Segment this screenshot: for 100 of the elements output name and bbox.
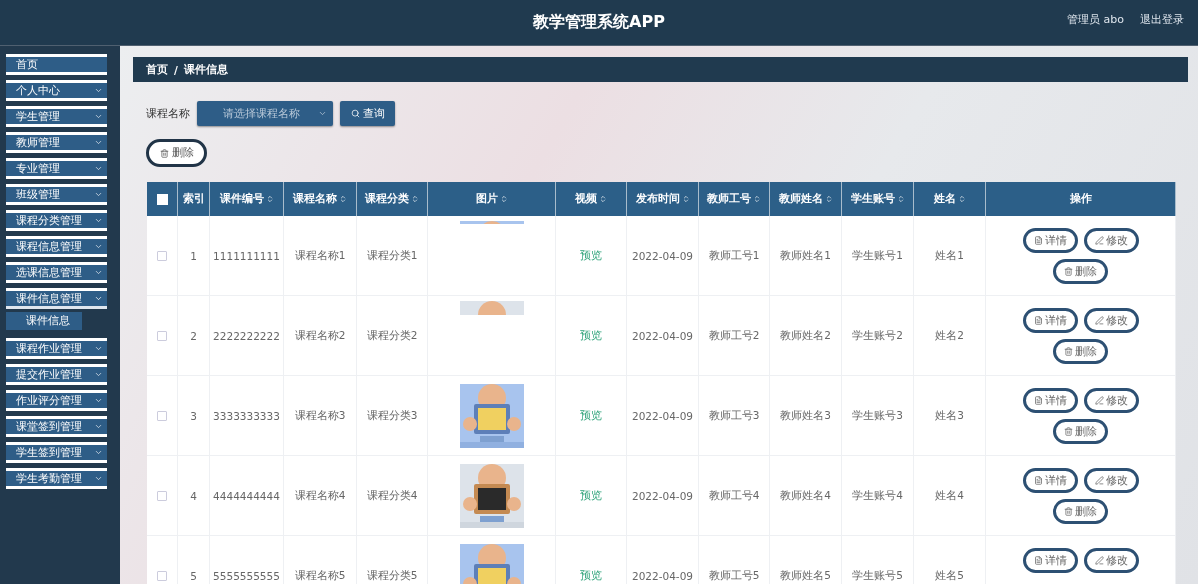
delete-button[interactable]: 删除 <box>1053 419 1108 444</box>
column-header[interactable]: 学生账号 <box>842 182 914 216</box>
chevron-icon <box>94 344 103 353</box>
delete-button[interactable]: 删除 <box>1053 499 1108 524</box>
sidebar-item[interactable]: 专业管理 <box>6 158 107 179</box>
sort-icon[interactable] <box>499 195 508 203</box>
breadcrumb-item[interactable]: 首页 <box>146 62 168 77</box>
detail-button[interactable]: 详情 <box>1022 468 1078 493</box>
breadcrumb-separator: / <box>174 63 178 76</box>
submenu-item[interactable]: 课件信息 <box>6 312 82 330</box>
sidebar-item[interactable]: 首页 <box>6 54 107 75</box>
sort-icon[interactable] <box>599 195 607 203</box>
pen-icon <box>1094 236 1104 245</box>
edit-button[interactable]: 修改 <box>1083 228 1139 253</box>
edit-button[interactable]: 修改 <box>1083 468 1139 493</box>
column-header[interactable]: 视频 <box>556 182 627 216</box>
table-cell: 2022-04-09 <box>632 489 693 502</box>
table-cell: 教师姓名4 <box>780 488 831 503</box>
sidebar-item[interactable]: 课件信息管理 <box>6 288 107 309</box>
sort-icon[interactable] <box>265 195 274 203</box>
delete-button[interactable]: 删除 <box>1053 259 1108 284</box>
sidebar-item[interactable]: 选课信息管理 <box>6 262 107 283</box>
column-header[interactable]: 课程名称 <box>284 182 357 216</box>
detail-button[interactable]: 详情 <box>1022 228 1078 253</box>
sort-icon[interactable] <box>753 195 761 203</box>
chevron-icon <box>94 86 103 95</box>
table-cell: 教师工号3 <box>708 408 760 423</box>
column-header[interactable]: 课程分类 <box>357 182 428 216</box>
trash-icon <box>1064 507 1073 516</box>
table-cell: 1111111111 <box>213 249 280 262</box>
table-cell: 4 <box>190 489 197 502</box>
table-cell: 2022-04-09 <box>632 409 693 422</box>
chevron-icon <box>94 370 103 379</box>
course-select[interactable]: 请选择课程名称 <box>197 101 333 126</box>
column-header[interactable]: 姓名 <box>914 182 986 216</box>
sidebar-item[interactable]: 课程信息管理 <box>6 236 107 257</box>
table-cell: 教师工号2 <box>708 328 760 343</box>
sidebar-item[interactable]: 提交作业管理 <box>6 364 107 385</box>
sort-icon[interactable] <box>957 195 966 203</box>
table-cell: 课程分类4 <box>366 488 418 503</box>
sort-icon[interactable] <box>681 195 690 203</box>
column-header[interactable]: 课件编号 <box>210 182 284 216</box>
filter-label: 课程名称 <box>146 106 190 121</box>
table-cell: 2022-04-09 <box>632 329 693 342</box>
sidebar-item[interactable]: 个人中心 <box>6 80 107 101</box>
table-cell: 课程分类1 <box>366 248 418 263</box>
column-header[interactable]: 图片 <box>428 182 556 216</box>
chevron-icon <box>94 242 103 251</box>
row-checkbox[interactable] <box>157 250 167 261</box>
chevron-icon <box>94 396 103 405</box>
select-all-checkbox[interactable] <box>156 193 168 205</box>
sidebar-item[interactable]: 课程分类管理 <box>6 210 107 231</box>
breadcrumb-item[interactable]: 课件信息 <box>183 62 228 77</box>
sidebar-item[interactable]: 课堂签到管理 <box>6 416 107 437</box>
sort-icon[interactable] <box>824 195 833 203</box>
column-header[interactable]: 教师工号 <box>699 182 770 216</box>
table-cell: 教师姓名5 <box>780 568 831 583</box>
column-header[interactable]: 操作 <box>986 182 1176 216</box>
row-checkbox[interactable] <box>157 570 167 581</box>
delete-button[interactable]: 删除 <box>1053 339 1108 364</box>
table-cell: 1 <box>190 249 197 262</box>
sort-icon[interactable] <box>896 195 905 203</box>
table-cell: 5 <box>190 569 197 582</box>
detail-button[interactable]: 详情 <box>1022 388 1078 413</box>
row-checkbox[interactable] <box>157 490 167 501</box>
chevron-icon <box>94 190 103 199</box>
sort-icon[interactable] <box>411 195 419 203</box>
sidebar-item[interactable]: 作业评分管理 <box>6 390 107 411</box>
delete-button[interactable]: 删除 <box>146 139 207 167</box>
sort-icon[interactable] <box>339 195 347 203</box>
table-cell: 2222222222 <box>213 329 280 342</box>
edit-button[interactable]: 修改 <box>1083 548 1139 573</box>
trash-icon <box>1064 427 1073 436</box>
detail-button[interactable]: 详情 <box>1022 308 1078 333</box>
table-cell: 教师姓名3 <box>780 408 831 423</box>
row-checkbox[interactable] <box>157 410 167 421</box>
column-header[interactable]: 教师姓名 <box>770 182 842 216</box>
sidebar-item[interactable]: 课程作业管理 <box>6 338 107 359</box>
table-cell: 学生账号2 <box>852 328 903 343</box>
pen-icon <box>1094 476 1104 485</box>
sidebar-item[interactable]: 教师管理 <box>6 132 107 153</box>
sidebar-item[interactable]: 学生管理 <box>6 106 107 127</box>
edit-button[interactable]: 修改 <box>1083 308 1139 333</box>
column-header[interactable]: 发布时间 <box>627 182 699 216</box>
sidebar-item[interactable]: 班级管理 <box>6 184 107 205</box>
edit-button[interactable]: 修改 <box>1083 388 1139 413</box>
pen-icon <box>1094 316 1104 325</box>
logout-link[interactable]: 退出登录 <box>1140 12 1184 27</box>
sidebar-item[interactable]: 学生考勤管理 <box>6 468 107 489</box>
search-button[interactable]: 查询 <box>340 101 395 126</box>
column-header[interactable]: 索引 <box>178 182 210 216</box>
document-icon <box>1033 316 1043 325</box>
table-cell: 课程名称1 <box>294 248 346 263</box>
row-checkbox[interactable] <box>157 330 167 341</box>
table-cell: 姓名5 <box>935 568 964 583</box>
pen-icon <box>1094 396 1104 405</box>
sidebar-item[interactable]: 学生签到管理 <box>6 442 107 463</box>
table-cell: 课程分类3 <box>366 408 418 423</box>
detail-button[interactable]: 详情 <box>1022 548 1078 573</box>
trash-icon <box>1064 347 1073 356</box>
